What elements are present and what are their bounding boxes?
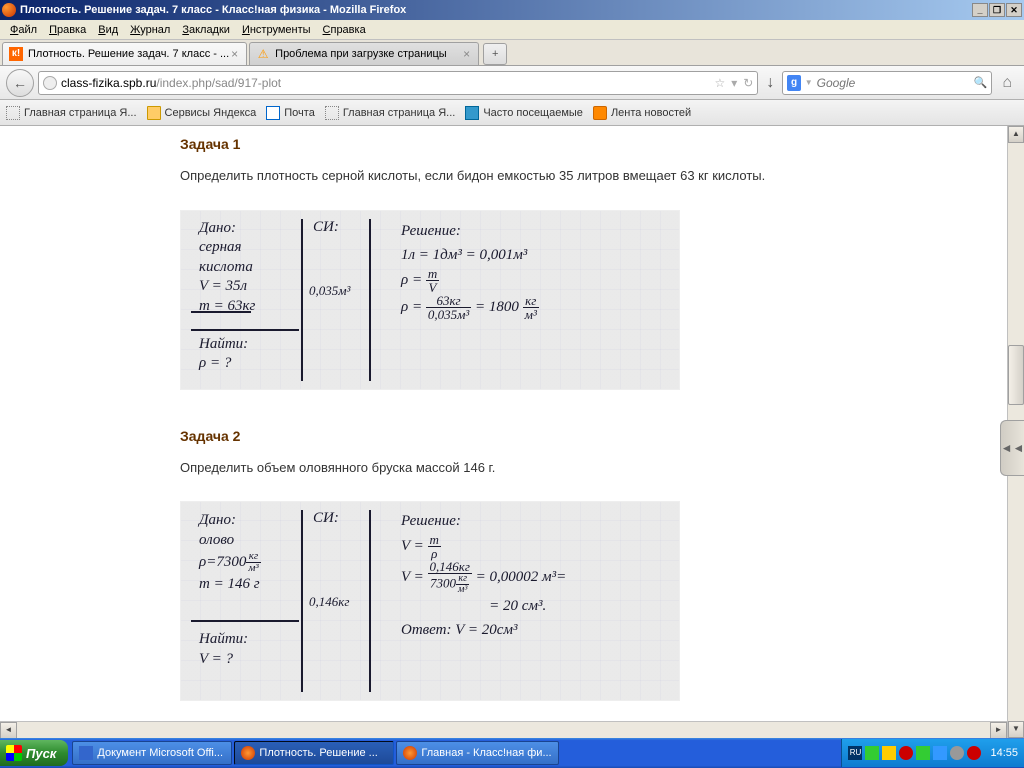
- restore-button[interactable]: ❐: [989, 3, 1005, 17]
- scroll-up-button[interactable]: ▲: [1008, 126, 1024, 143]
- new-tab-button[interactable]: +: [483, 43, 507, 65]
- tab-inactive[interactable]: ⚠ Проблема при загрузке страницы ×: [249, 42, 479, 65]
- visited-icon: [465, 106, 479, 120]
- clock[interactable]: 14:55: [990, 747, 1018, 759]
- search-dropdown-icon[interactable]: ▼: [805, 78, 813, 87]
- bookmark-item[interactable]: Часто посещаемые: [465, 106, 583, 120]
- close-button[interactable]: ✕: [1006, 3, 1022, 17]
- tab-close-icon[interactable]: ×: [461, 47, 472, 61]
- reload-icon[interactable]: ↻: [743, 76, 753, 90]
- google-icon: g: [787, 75, 800, 91]
- tray-icon[interactable]: [882, 746, 896, 760]
- minimize-button[interactable]: _: [972, 3, 988, 17]
- page-icon: [325, 106, 339, 120]
- taskbar-item[interactable]: Документ Microsoft Offi...: [72, 741, 232, 765]
- tray-icon[interactable]: [950, 746, 964, 760]
- rss-icon: [593, 106, 607, 120]
- bookmark-folder[interactable]: Сервисы Яндекса: [147, 106, 257, 120]
- home-button[interactable]: ⌂: [996, 74, 1018, 92]
- tab-active[interactable]: к! Плотность. Решение задач. 7 класс - .…: [2, 42, 247, 65]
- menu-bookmarks[interactable]: Закладки: [176, 22, 236, 38]
- globe-icon: [43, 76, 57, 90]
- scroll-right-button[interactable]: ►: [990, 722, 1007, 739]
- start-button[interactable]: Пуск: [0, 740, 68, 766]
- tray-icon[interactable]: [933, 746, 947, 760]
- page-icon: [6, 106, 20, 120]
- firefox-icon: [2, 3, 16, 17]
- windows-taskbar: Пуск Документ Microsoft Offi... Плотност…: [0, 738, 1024, 768]
- windows-logo-icon: [6, 745, 22, 761]
- url-bar[interactable]: class-fizika.spb.ru/index.php/sad/917-pl…: [38, 71, 758, 95]
- window-title: Плотность. Решение задач. 7 класс - Клас…: [20, 4, 406, 16]
- tab-favicon-k-icon: к!: [9, 47, 23, 61]
- search-box[interactable]: g ▼ 🔍: [782, 71, 992, 95]
- side-tab-widget[interactable]: ◄◄: [1000, 420, 1024, 476]
- scroll-track[interactable]: [17, 722, 990, 738]
- task-heading: Задача 2: [180, 428, 1007, 444]
- system-tray: RU 14:55: [841, 739, 1024, 767]
- back-button[interactable]: ←: [6, 69, 34, 97]
- tab-close-icon[interactable]: ×: [229, 47, 240, 61]
- warning-icon: ⚠: [256, 47, 270, 61]
- url-text[interactable]: class-fizika.spb.ru/index.php/sad/917-pl…: [61, 76, 714, 90]
- menu-history[interactable]: Журнал: [124, 22, 176, 38]
- solution-image-1: Дано: серная кислота V = 35л m = 63кг На…: [180, 210, 680, 390]
- menu-help[interactable]: Справка: [317, 22, 372, 38]
- word-icon: [79, 746, 93, 760]
- search-input[interactable]: [817, 76, 974, 90]
- search-icon[interactable]: 🔍: [974, 76, 988, 89]
- bookmark-item[interactable]: Главная страница Я...: [325, 106, 456, 120]
- navigation-bar: ← class-fizika.spb.ru/index.php/sad/917-…: [0, 66, 1024, 100]
- tab-title: Проблема при загрузке страницы: [275, 48, 447, 60]
- task-text: Определить объем оловянного бруска массо…: [180, 458, 1007, 478]
- scroll-left-button[interactable]: ◄: [0, 722, 17, 739]
- bookmarks-bar: Главная страница Я... Сервисы Яндекса По…: [0, 100, 1024, 126]
- menu-view[interactable]: Вид: [92, 22, 124, 38]
- url-dropdown-icon[interactable]: ▾: [731, 76, 737, 90]
- task-heading: Задача 1: [180, 136, 1007, 152]
- taskbar-item-active[interactable]: Плотность. Решение ...: [234, 741, 394, 765]
- tab-title: Плотность. Решение задач. 7 класс - ...: [28, 48, 229, 60]
- folder-icon: [147, 106, 161, 120]
- language-indicator[interactable]: RU: [848, 746, 862, 760]
- page-content: Задача 1 Определить плотность серной кис…: [0, 126, 1007, 738]
- taskbar-item[interactable]: Главная - Класс!ная фи...: [396, 741, 558, 765]
- firefox-icon: [403, 746, 417, 760]
- horizontal-scrollbar[interactable]: ◄ ►: [0, 721, 1007, 738]
- bookmark-item[interactable]: Почта: [266, 106, 315, 120]
- downloads-icon[interactable]: ↓: [762, 74, 778, 92]
- scroll-thumb[interactable]: [1008, 345, 1024, 405]
- tray-icon[interactable]: [916, 746, 930, 760]
- tab-strip: к! Плотность. Решение задач. 7 класс - .…: [0, 40, 1024, 66]
- solution-image-2: Дано: олово ρ=7300кгм³ m = 146 г Найти: …: [180, 501, 680, 701]
- menu-edit[interactable]: Правка: [43, 22, 92, 38]
- tray-icon[interactable]: [899, 746, 913, 760]
- blocked-icon[interactable]: [967, 746, 981, 760]
- bookmark-star-icon[interactable]: ☆: [714, 76, 725, 90]
- task-text: Определить плотность серной кислоты, есл…: [180, 166, 1007, 186]
- mail-icon: [266, 106, 280, 120]
- window-titlebar: Плотность. Решение задач. 7 класс - Клас…: [0, 0, 1024, 20]
- menu-bar: Файл Правка Вид Журнал Закладки Инструме…: [0, 20, 1024, 40]
- menu-tools[interactable]: Инструменты: [236, 22, 317, 38]
- bookmark-item[interactable]: Лента новостей: [593, 106, 691, 120]
- menu-file[interactable]: Файл: [4, 22, 43, 38]
- firefox-icon: [241, 746, 255, 760]
- tray-icon[interactable]: [865, 746, 879, 760]
- bookmark-item[interactable]: Главная страница Я...: [6, 106, 137, 120]
- scroll-down-button[interactable]: ▼: [1008, 721, 1024, 738]
